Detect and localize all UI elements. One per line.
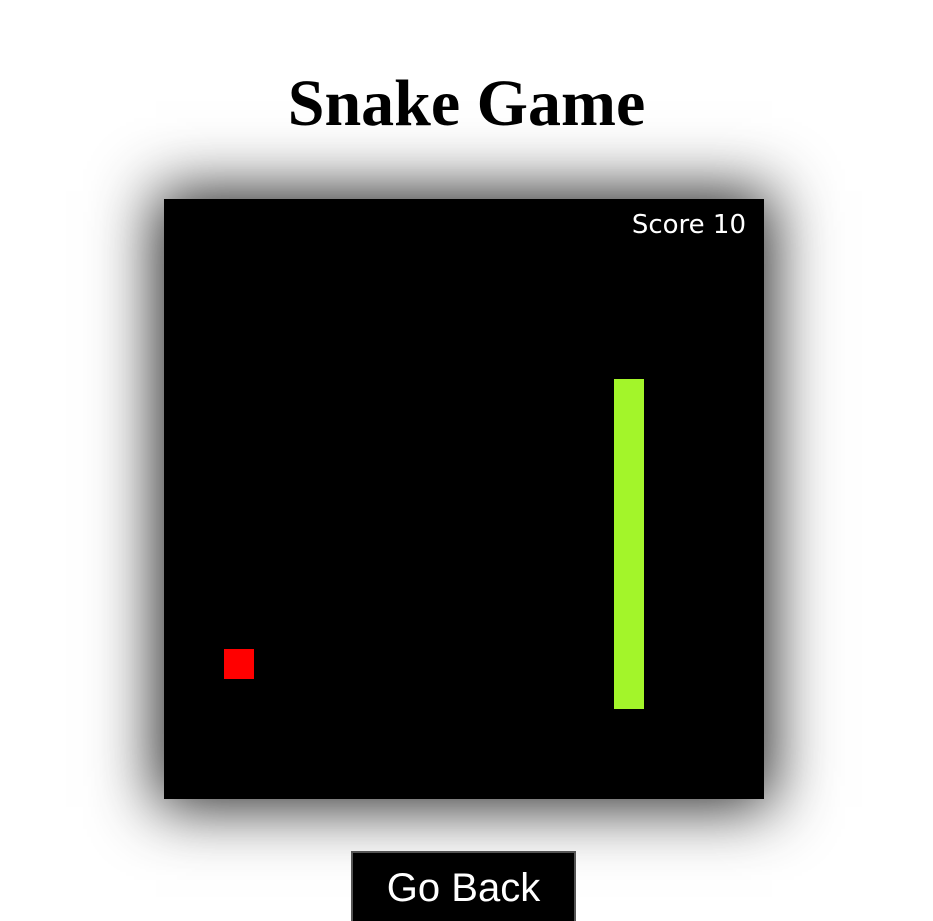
score-display: Score 10 — [631, 210, 746, 240]
snake-segment — [614, 649, 644, 679]
snake-segment — [614, 529, 644, 559]
page-title: Snake Game — [287, 67, 646, 140]
snake-segment — [614, 619, 644, 649]
food-item — [224, 649, 254, 679]
snake-segment — [614, 589, 644, 619]
game-board[interactable]: Score 10 — [164, 199, 764, 799]
snake-segment — [614, 499, 644, 529]
snake-segment — [614, 409, 644, 439]
snake-segment — [614, 679, 644, 709]
go-back-button[interactable]: Go Back — [351, 851, 576, 921]
snake-head — [614, 379, 644, 409]
snake-segment — [614, 469, 644, 499]
snake-segment — [614, 559, 644, 589]
snake-segment — [614, 439, 644, 469]
